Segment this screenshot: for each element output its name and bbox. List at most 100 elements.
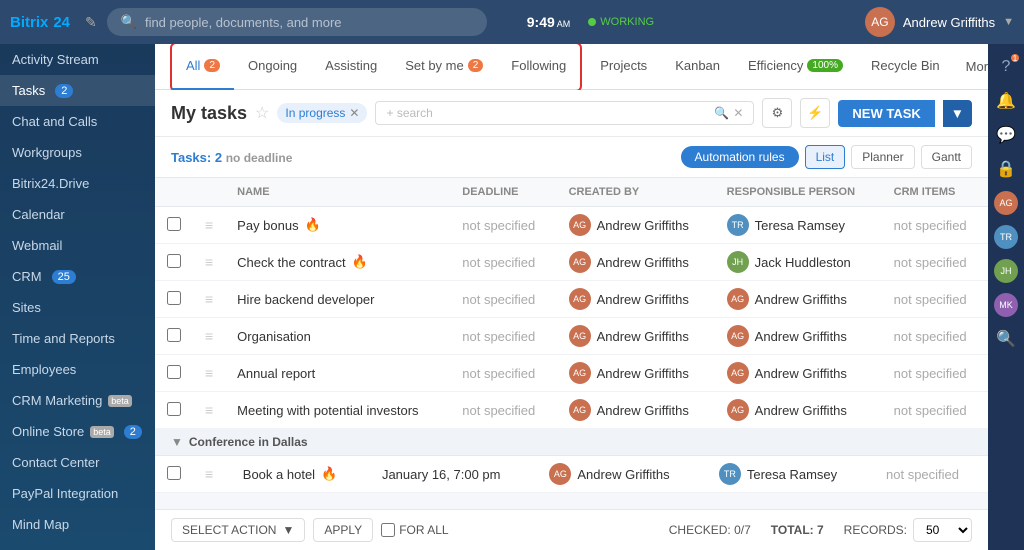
sidebar-item-crm-marketing[interactable]: CRM Marketing beta bbox=[0, 385, 155, 416]
row-drag[interactable]: ≡ bbox=[193, 207, 225, 244]
tab-ongoing[interactable]: Ongoing bbox=[234, 44, 311, 90]
sidebar-item-online-store[interactable]: Online Store beta 2 bbox=[0, 416, 155, 447]
row-crm: not specified bbox=[882, 355, 988, 392]
user-avatar-1[interactable]: AG bbox=[991, 188, 1021, 218]
records-select[interactable]: 50 100 200 bbox=[913, 518, 972, 542]
row-deadline: not specified bbox=[450, 207, 556, 244]
row-name[interactable]: Pay bonus 🔥 bbox=[225, 207, 450, 244]
task-search-clear[interactable]: ✕ bbox=[733, 106, 743, 120]
row-drag[interactable]: ≡ bbox=[193, 318, 225, 355]
tab-following[interactable]: Following bbox=[497, 44, 580, 90]
task-search-icon[interactable]: 🔍 bbox=[714, 106, 729, 120]
tasks-toolbar: Tasks: 2 no deadline Automation rules Li… bbox=[155, 137, 988, 178]
tab-assisting[interactable]: Assisting bbox=[311, 44, 391, 90]
lock-icon[interactable]: 🔒 bbox=[991, 154, 1021, 184]
sidebar-item-crm[interactable]: CRM 25 bbox=[0, 261, 155, 292]
chat-icon[interactable]: 💬 bbox=[991, 120, 1021, 150]
star-icon[interactable]: ☆ bbox=[255, 103, 269, 123]
filter-tag-inprogress[interactable]: In progress ✕ bbox=[277, 103, 367, 123]
row-checkbox[interactable] bbox=[155, 244, 193, 281]
search-bar[interactable]: 🔍 bbox=[107, 8, 487, 36]
user-name[interactable]: Andrew Griffiths bbox=[903, 15, 995, 30]
topbar: Bitrix24 ✎ 🔍 9:49 AM WORKING AG Andrew G… bbox=[0, 0, 1024, 44]
sidebar-item-mindmap[interactable]: Mind Map bbox=[0, 509, 155, 540]
row-created: AGAndrew Griffiths bbox=[557, 244, 715, 281]
user-avatar-3[interactable]: JH bbox=[991, 256, 1021, 286]
search-icon-right[interactable]: 🔍 bbox=[991, 324, 1021, 354]
for-all-checkbox[interactable] bbox=[381, 523, 395, 537]
row-drag[interactable]: ≡ bbox=[193, 456, 231, 493]
bell-icon[interactable]: 🔔 bbox=[991, 86, 1021, 116]
row-checkbox[interactable] bbox=[155, 281, 193, 318]
tasks-area: NAME DEADLINE CREATED BY RESPONSIBLE PER… bbox=[155, 178, 988, 509]
row-checkbox[interactable] bbox=[155, 318, 193, 355]
sidebar-item-tasks[interactable]: Tasks 2 bbox=[0, 75, 155, 106]
sidebar-item-sites[interactable]: Sites bbox=[0, 292, 155, 323]
total-label: TOTAL: 7 bbox=[771, 523, 824, 537]
apply-button[interactable]: APPLY bbox=[313, 518, 373, 542]
view-list-button[interactable]: List bbox=[805, 145, 846, 169]
sidebar-item-time-reports[interactable]: Time and Reports bbox=[0, 323, 155, 354]
tasks-footer: SELECT ACTION ▼ APPLY FOR ALL CHECKED: 0… bbox=[155, 509, 988, 550]
sidebar-item-calendar[interactable]: Calendar bbox=[0, 199, 155, 230]
row-name[interactable]: Meeting with potential investors bbox=[225, 392, 450, 429]
tab-more[interactable]: More ▼ bbox=[958, 59, 988, 74]
sidebar-item-label: Sites bbox=[12, 300, 41, 315]
tab-projects[interactable]: Projects bbox=[586, 44, 661, 90]
user-area: AG Andrew Griffiths ▼ bbox=[865, 7, 1014, 37]
row-name[interactable]: Organisation bbox=[225, 318, 450, 355]
filter-tag-remove[interactable]: ✕ bbox=[349, 106, 359, 120]
row-drag[interactable]: ≡ bbox=[193, 355, 225, 392]
crm-badge: 25 bbox=[52, 270, 76, 284]
task-settings-button[interactable]: ⚙ bbox=[762, 98, 792, 128]
help-icon[interactable]: ? 1 bbox=[991, 52, 1021, 82]
user-avatar-2[interactable]: TR bbox=[991, 222, 1021, 252]
row-name[interactable]: Book a hotel 🔥 bbox=[231, 456, 370, 493]
sidebar-item-more[interactable]: More... bbox=[0, 540, 155, 550]
tab-set-by-me[interactable]: Set by me 2 bbox=[391, 44, 497, 90]
select-action-dropdown[interactable]: SELECT ACTION ▼ bbox=[171, 518, 305, 542]
row-responsible: JHJack Huddleston bbox=[715, 244, 882, 281]
mytasks-title: My tasks bbox=[171, 103, 247, 124]
automation-rules-button[interactable]: Automation rules bbox=[681, 146, 799, 168]
user-dropdown-arrow[interactable]: ▼ bbox=[1003, 16, 1014, 28]
row-responsible: TRTeresa Ramsey bbox=[707, 456, 874, 493]
sidebar-item-drive[interactable]: Bitrix24.Drive bbox=[0, 168, 155, 199]
row-deadline: not specified bbox=[450, 281, 556, 318]
sidebar-item-label: Online Store bbox=[12, 424, 84, 439]
tab-efficiency[interactable]: Efficiency 100% bbox=[734, 44, 857, 90]
row-name[interactable]: Hire backend developer bbox=[225, 281, 450, 318]
new-task-button[interactable]: NEW TASK bbox=[838, 100, 934, 127]
working-status[interactable]: WORKING bbox=[588, 16, 654, 28]
row-checkbox[interactable] bbox=[155, 355, 193, 392]
sidebar-item-contact-center[interactable]: Contact Center bbox=[0, 447, 155, 478]
section-header-conference[interactable]: ▼ Conference in Dallas bbox=[155, 429, 988, 456]
view-gantt-button[interactable]: Gantt bbox=[921, 145, 972, 169]
row-name[interactable]: Annual report bbox=[225, 355, 450, 392]
view-planner-button[interactable]: Planner bbox=[851, 145, 914, 169]
row-checkbox[interactable] bbox=[155, 207, 193, 244]
tab-recycle-bin[interactable]: Recycle Bin bbox=[857, 44, 954, 90]
sidebar-item-workgroups[interactable]: Workgroups bbox=[0, 137, 155, 168]
sidebar-item-employees[interactable]: Employees bbox=[0, 354, 155, 385]
row-drag[interactable]: ≡ bbox=[193, 281, 225, 318]
footer-right: CHECKED: 0/7 TOTAL: 7 RECORDS: 50 100 20… bbox=[669, 518, 972, 542]
sidebar-item-paypal[interactable]: PayPal Integration bbox=[0, 478, 155, 509]
row-drag[interactable]: ≡ bbox=[193, 244, 225, 281]
user-avatar-4[interactable]: MK bbox=[991, 290, 1021, 320]
sidebar-item-webmail[interactable]: Webmail bbox=[0, 230, 155, 261]
tab-kanban[interactable]: Kanban bbox=[661, 44, 734, 90]
new-task-dropdown-button[interactable]: ▼ bbox=[943, 100, 972, 127]
row-checkbox[interactable] bbox=[155, 392, 193, 429]
row-drag[interactable]: ≡ bbox=[193, 392, 225, 429]
avatar: TR bbox=[719, 463, 741, 485]
sidebar-item-activity-stream[interactable]: Activity Stream bbox=[0, 44, 155, 75]
edit-pencil-icon[interactable]: ✎ bbox=[85, 14, 97, 31]
search-input[interactable] bbox=[145, 15, 473, 30]
sidebar-item-chat-calls[interactable]: Chat and Calls bbox=[0, 106, 155, 137]
row-name[interactable]: Check the contract 🔥 bbox=[225, 244, 450, 281]
row-checkbox[interactable] bbox=[155, 456, 193, 493]
task-lightning-button[interactable]: ⚡ bbox=[800, 98, 830, 128]
tab-all[interactable]: All 2 bbox=[172, 44, 234, 90]
task-search-filter[interactable]: + search 🔍 ✕ bbox=[375, 101, 754, 125]
